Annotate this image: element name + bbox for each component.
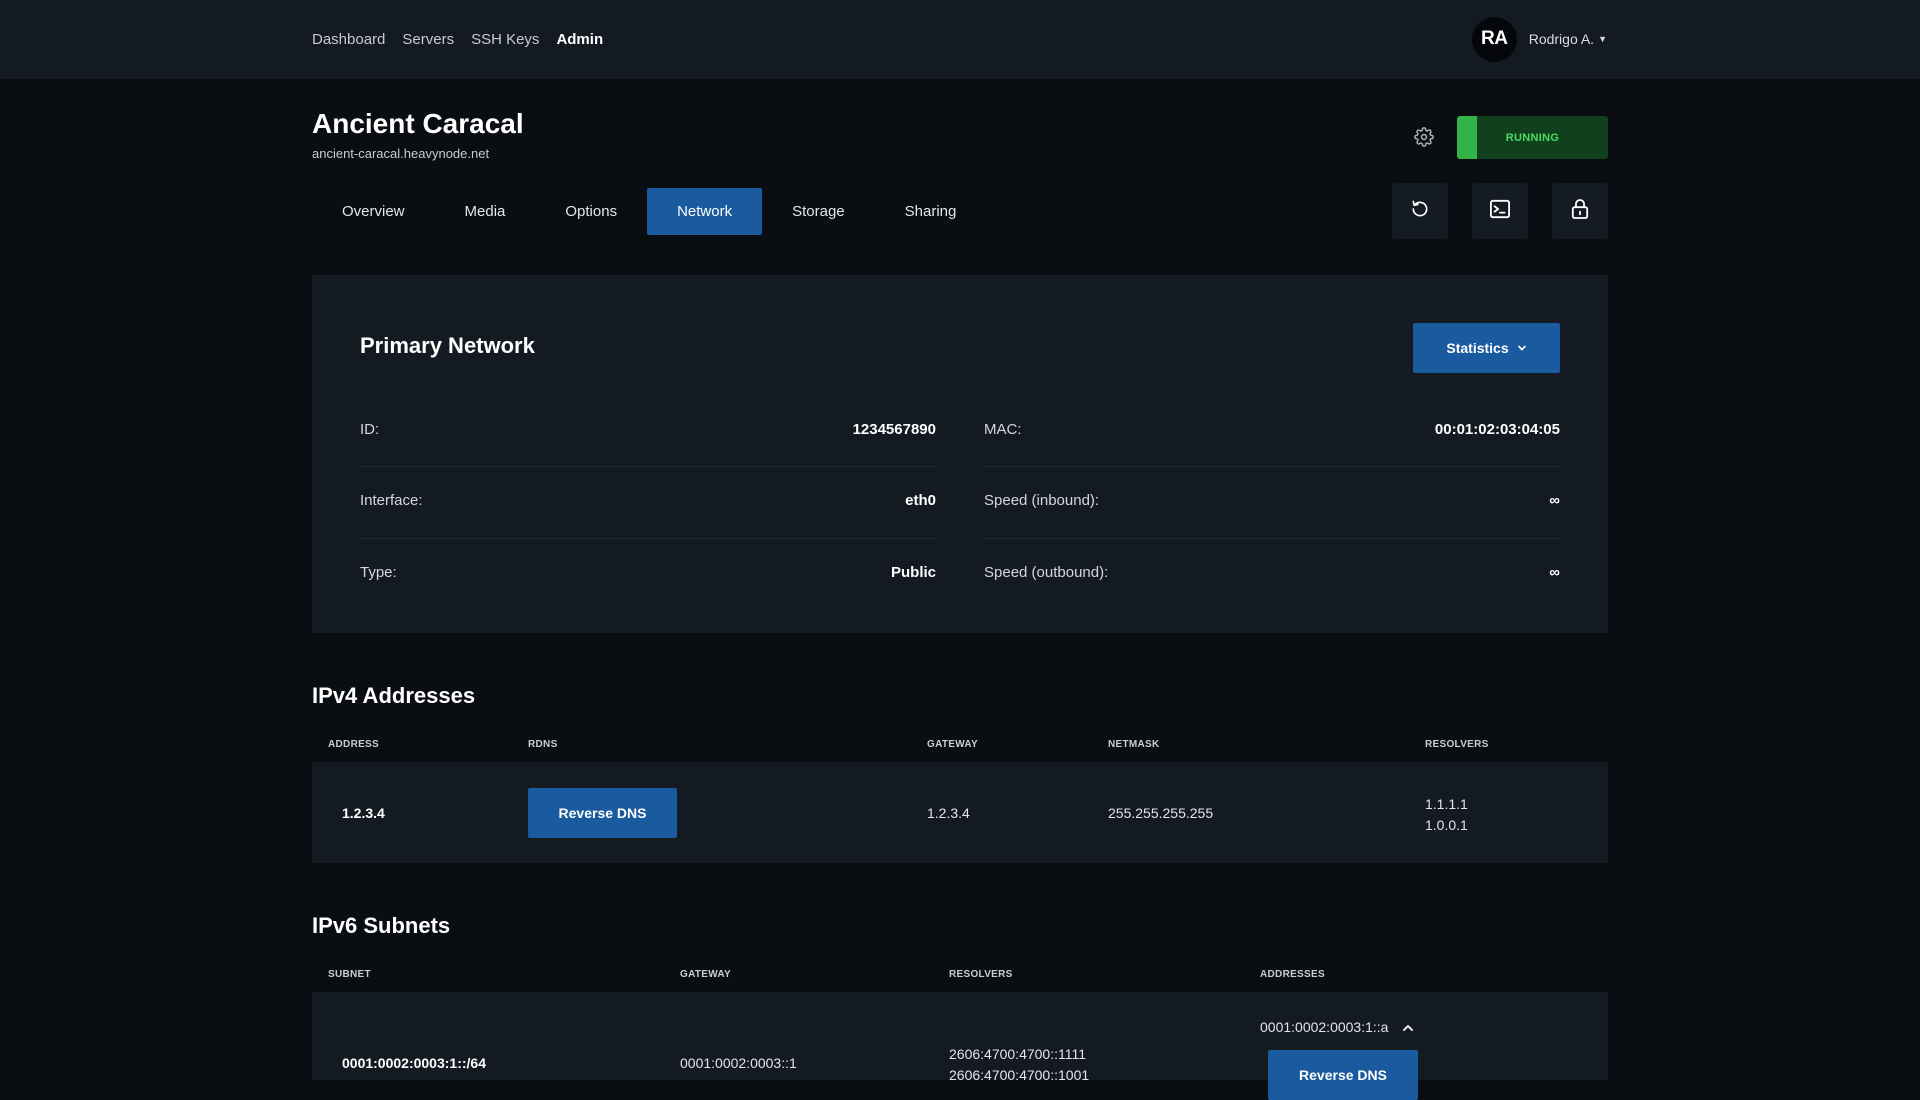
console-icon — [1489, 199, 1511, 224]
tab-sharing[interactable]: Sharing — [875, 188, 987, 235]
statistics-button[interactable]: Statistics — [1413, 323, 1560, 373]
network-interface-row: Interface: eth0 — [360, 492, 936, 509]
speed-inbound-row: Speed (inbound): ∞ — [984, 492, 1560, 509]
server-hostname: ancient-caracal.heavynode.net — [312, 146, 490, 161]
ipv4-resolvers: 1.1.1.1 1.0.0.1 — [1425, 794, 1468, 836]
main-nav: Dashboard Servers SSH Keys Admin — [312, 0, 603, 79]
speed-outbound-label: Speed (outbound): — [984, 564, 1109, 581]
network-mac-value: 00:01:02:03:04:05 — [1434, 421, 1560, 438]
user-name: Rodrigo A. — [1528, 31, 1595, 47]
ipv4-resolver: 1.1.1.1 — [1425, 796, 1468, 812]
ipv6-gateway: 0001:0002:0003::1 — [680, 1055, 797, 1071]
status-text: RUNNING — [1505, 131, 1560, 144]
network-interface-label: Interface: — [360, 492, 423, 509]
ipv4-col-resolvers: RESOLVERS — [1425, 739, 1489, 750]
ipv6-reverse-dns-button[interactable]: Reverse DNS — [1268, 1050, 1418, 1100]
table-row: 0001:0002:0003:1::/64 0001:0002:0003::1 … — [312, 992, 1608, 1100]
ipv6-col-gateway: GATEWAY — [680, 969, 731, 980]
ipv6-address-entry: 0001:0002:0003:1::a — [1260, 1019, 1414, 1036]
network-mac-label: MAC: — [984, 421, 1022, 438]
speed-outbound-row: Speed (outbound): ∞ — [984, 564, 1560, 581]
ipv4-gateway: 1.2.3.4 — [927, 805, 970, 821]
ipv6-section-title: IPv6 Subnets — [312, 913, 451, 938]
nav-dashboard[interactable]: Dashboard — [312, 31, 385, 48]
reverse-dns-button[interactable]: Reverse DNS — [528, 788, 677, 838]
ipv4-address: 1.2.3.4 — [342, 805, 385, 821]
chevron-down-icon — [1517, 340, 1527, 356]
ipv4-resolver: 1.0.0.1 — [1425, 817, 1468, 833]
ipv4-col-netmask: NETMASK — [1108, 739, 1160, 750]
server-tabs: Overview Media Options Network Storage S… — [312, 188, 986, 235]
ipv4-col-address: ADDRESS — [328, 739, 379, 750]
speed-inbound-label: Speed (inbound): — [984, 492, 1100, 509]
ipv6-resolver: 2606:4700:4700::1001 — [949, 1067, 1090, 1083]
ipv6-resolver: 2606:4700:4700::1111 — [949, 1046, 1087, 1062]
avatar: RA — [1471, 16, 1517, 62]
divider — [984, 466, 1560, 467]
chevron-up-icon[interactable] — [1402, 1020, 1414, 1036]
network-type-row: Type: Public — [360, 564, 936, 581]
network-id-label: ID: — [360, 421, 380, 438]
network-mac-row: MAC: 00:01:02:03:04:05 — [984, 421, 1560, 438]
tab-options[interactable]: Options — [535, 188, 647, 235]
primary-network-title: Primary Network — [360, 333, 535, 358]
network-id-row: ID: 1234567890 — [360, 421, 936, 438]
table-row: 1.2.3.4 Reverse DNS 1.2.3.4 255.255.255.… — [312, 762, 1608, 863]
ipv4-col-gateway: GATEWAY — [927, 739, 978, 750]
network-type-value: Public — [890, 564, 936, 581]
user-menu[interactable]: RA Rodrigo A. ▼ — [1471, 16, 1607, 62]
statistics-label: Statistics — [1446, 340, 1509, 356]
tab-storage[interactable]: Storage — [762, 188, 875, 235]
tab-media[interactable]: Media — [435, 188, 536, 235]
ipv6-col-resolvers: RESOLVERS — [949, 969, 1013, 980]
network-interface-value: eth0 — [905, 492, 936, 509]
lock-icon — [1571, 198, 1589, 225]
tab-network[interactable]: Network — [647, 188, 763, 235]
restart-icon — [1410, 199, 1430, 224]
ipv6-col-subnet: SUBNET — [328, 969, 371, 980]
speed-inbound-value: ∞ — [1549, 492, 1560, 509]
divider — [984, 538, 1560, 539]
speed-outbound-value: ∞ — [1549, 564, 1560, 581]
primary-network-card: Primary Network Statistics ID: 123456789… — [312, 275, 1608, 633]
ipv6-address: 0001:0002:0003:1::a — [1260, 1019, 1389, 1035]
nav-admin[interactable]: Admin — [556, 31, 603, 48]
ipv4-col-rdns: RDNS — [528, 739, 558, 750]
ipv4-netmask: 255.255.255.255 — [1108, 805, 1214, 821]
divider — [360, 538, 936, 539]
server-title: Ancient Caracal — [312, 108, 524, 139]
tab-overview[interactable]: Overview — [312, 188, 435, 235]
network-type-label: Type: — [360, 564, 397, 581]
lock-button[interactable] — [1552, 183, 1608, 239]
nav-ssh-keys[interactable]: SSH Keys — [471, 31, 539, 48]
console-button[interactable] — [1472, 183, 1528, 239]
gear-icon[interactable] — [1414, 127, 1434, 147]
divider — [360, 466, 936, 467]
network-id-value: 1234567890 — [852, 421, 936, 438]
caret-down-icon: ▼ — [1598, 34, 1607, 44]
ipv6-col-addresses: ADDRESSES — [1260, 969, 1325, 980]
nav-servers[interactable]: Servers — [402, 31, 454, 48]
ipv4-section-title: IPv4 Addresses — [312, 683, 476, 708]
status-badge: RUNNING — [1457, 116, 1608, 159]
restart-button[interactable] — [1392, 183, 1448, 239]
status-indicator — [1457, 116, 1477, 159]
ipv6-subnet: 0001:0002:0003:1::/64 — [342, 1055, 486, 1071]
top-navbar: Dashboard Servers SSH Keys Admin RA Rodr… — [0, 0, 1920, 79]
